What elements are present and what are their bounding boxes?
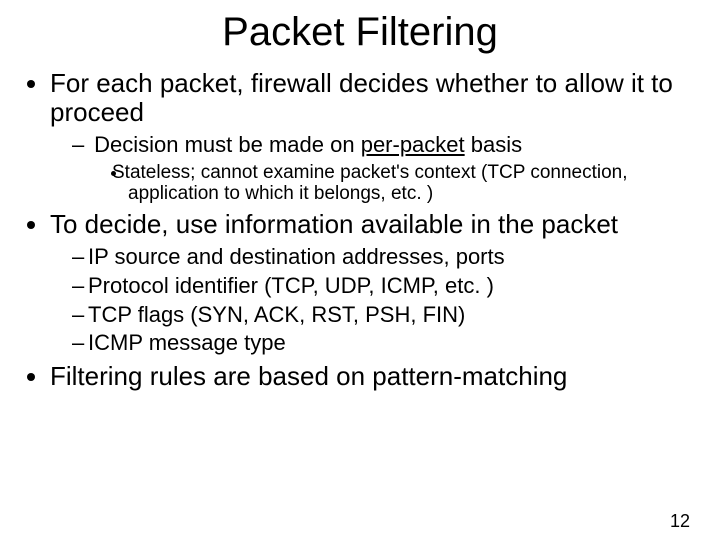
- bullet-text-part: Decision must be made on: [94, 132, 361, 157]
- slide-title: Packet Filtering: [0, 10, 720, 55]
- bullet-text: Protocol identifier (TCP, UDP, ICMP, etc…: [88, 273, 494, 298]
- bullet-l1: To decide, use information available in …: [50, 210, 692, 356]
- bullet-text: Filtering rules are based on pattern-mat…: [50, 361, 567, 391]
- bullet-l1: Filtering rules are based on pattern-mat…: [50, 362, 692, 391]
- bullet-text: To decide, use information available in …: [50, 209, 618, 239]
- bullet-l3: Stateless; cannot examine packet's conte…: [128, 162, 672, 205]
- bullet-text: TCP flags (SYN, ACK, RST, PSH, FIN): [88, 302, 465, 327]
- bullet-text: Stateless; cannot examine packet's conte…: [112, 162, 628, 204]
- bullet-subsublist: Stateless; cannot examine packet's conte…: [128, 162, 692, 205]
- bullet-sublist: Decision must be made on per-packet basi…: [72, 133, 692, 204]
- bullet-text: For each packet, firewall decides whethe…: [50, 68, 673, 127]
- bullet-l2: Decision must be made on per-packet basi…: [72, 133, 692, 204]
- bullet-l2: ICMP message type: [72, 331, 692, 356]
- bullet-text: IP source and destination addresses, por…: [88, 244, 505, 269]
- bullet-l2: Protocol identifier (TCP, UDP, ICMP, etc…: [72, 274, 692, 299]
- bullet-sublist: IP source and destination addresses, por…: [72, 245, 692, 356]
- bullet-text-part: basis: [465, 132, 522, 157]
- underlined-text: per-packet: [361, 132, 465, 157]
- bullet-list: For each packet, firewall decides whethe…: [36, 69, 720, 391]
- slide: Packet Filtering For each packet, firewa…: [0, 10, 720, 540]
- page-number: 12: [670, 511, 690, 532]
- bullet-text: ICMP message type: [88, 330, 286, 355]
- bullet-l2: IP source and destination addresses, por…: [72, 245, 692, 270]
- bullet-l2: TCP flags (SYN, ACK, RST, PSH, FIN): [72, 303, 692, 328]
- bullet-l1: For each packet, firewall decides whethe…: [50, 69, 692, 204]
